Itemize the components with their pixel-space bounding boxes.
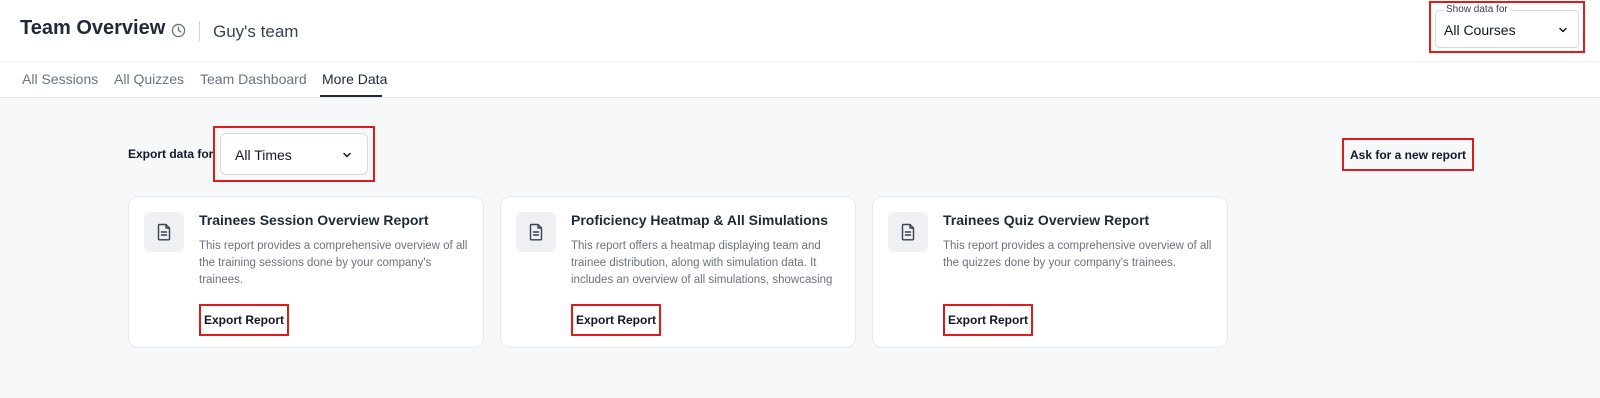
ask-report-highlight: Ask for a new report (1342, 138, 1474, 171)
title-divider (199, 21, 200, 41)
report-card: Proficiency Heatmap & All Simulations Th… (500, 196, 856, 348)
tab-team-dashboard[interactable]: Team Dashboard (200, 71, 307, 87)
report-card: Trainees Quiz Overview Report This repor… (872, 196, 1228, 348)
tab-all-sessions[interactable]: All Sessions (22, 71, 98, 87)
active-tab-indicator (320, 95, 382, 97)
time-filter-highlight: All Times (213, 126, 375, 182)
time-filter-value: All Times (235, 147, 292, 163)
report-description: This report offers a heatmap displaying … (571, 240, 833, 286)
document-icon-box (516, 212, 556, 252)
export-report-button[interactable]: Export Report (201, 306, 287, 334)
export-data-label: Export data for (128, 147, 214, 161)
page-title: Team Overview (20, 17, 166, 39)
tab-more-data[interactable]: More Data (322, 71, 387, 87)
course-filter-select[interactable]: Show data for All Courses (1435, 4, 1579, 48)
document-icon (901, 223, 915, 241)
course-filter-label: Show data for (1444, 4, 1510, 15)
document-icon (157, 223, 171, 241)
course-filter-value: All Courses (1444, 22, 1516, 38)
report-title: Proficiency Heatmap & All Simulations (571, 212, 828, 228)
export-button-highlight: Export Report (199, 304, 289, 336)
history-icon[interactable] (171, 23, 186, 38)
ask-new-report-button[interactable]: Ask for a new report (1344, 140, 1472, 169)
team-name: Guy's team (213, 22, 299, 41)
report-title: Trainees Session Overview Report (199, 212, 429, 228)
report-title: Trainees Quiz Overview Report (943, 212, 1150, 228)
course-filter-highlight: Show data for All Courses (1429, 1, 1585, 53)
chevron-down-icon (1559, 27, 1567, 33)
report-card: Trainees Session Overview Report This re… (128, 196, 484, 348)
export-report-button[interactable]: Export Report (945, 306, 1031, 334)
document-icon-box (144, 212, 184, 252)
header-bar: Team Overview Guy's team Show data for A… (0, 0, 1600, 62)
export-report-button[interactable]: Export Report (573, 306, 659, 334)
tab-all-quizzes[interactable]: All Quizzes (114, 71, 184, 87)
export-button-highlight: Export Report (943, 304, 1033, 336)
chevron-down-icon (343, 152, 351, 158)
time-filter-select[interactable]: All Times (220, 133, 368, 175)
document-icon (529, 223, 543, 241)
tab-bar: All Sessions All Quizzes Team Dashboard … (0, 62, 1600, 98)
document-icon-box (888, 212, 928, 252)
export-button-highlight: Export Report (571, 304, 661, 336)
report-description: This report provides a comprehensive ove… (943, 240, 1212, 269)
report-description: This report provides a comprehensive ove… (199, 240, 468, 286)
